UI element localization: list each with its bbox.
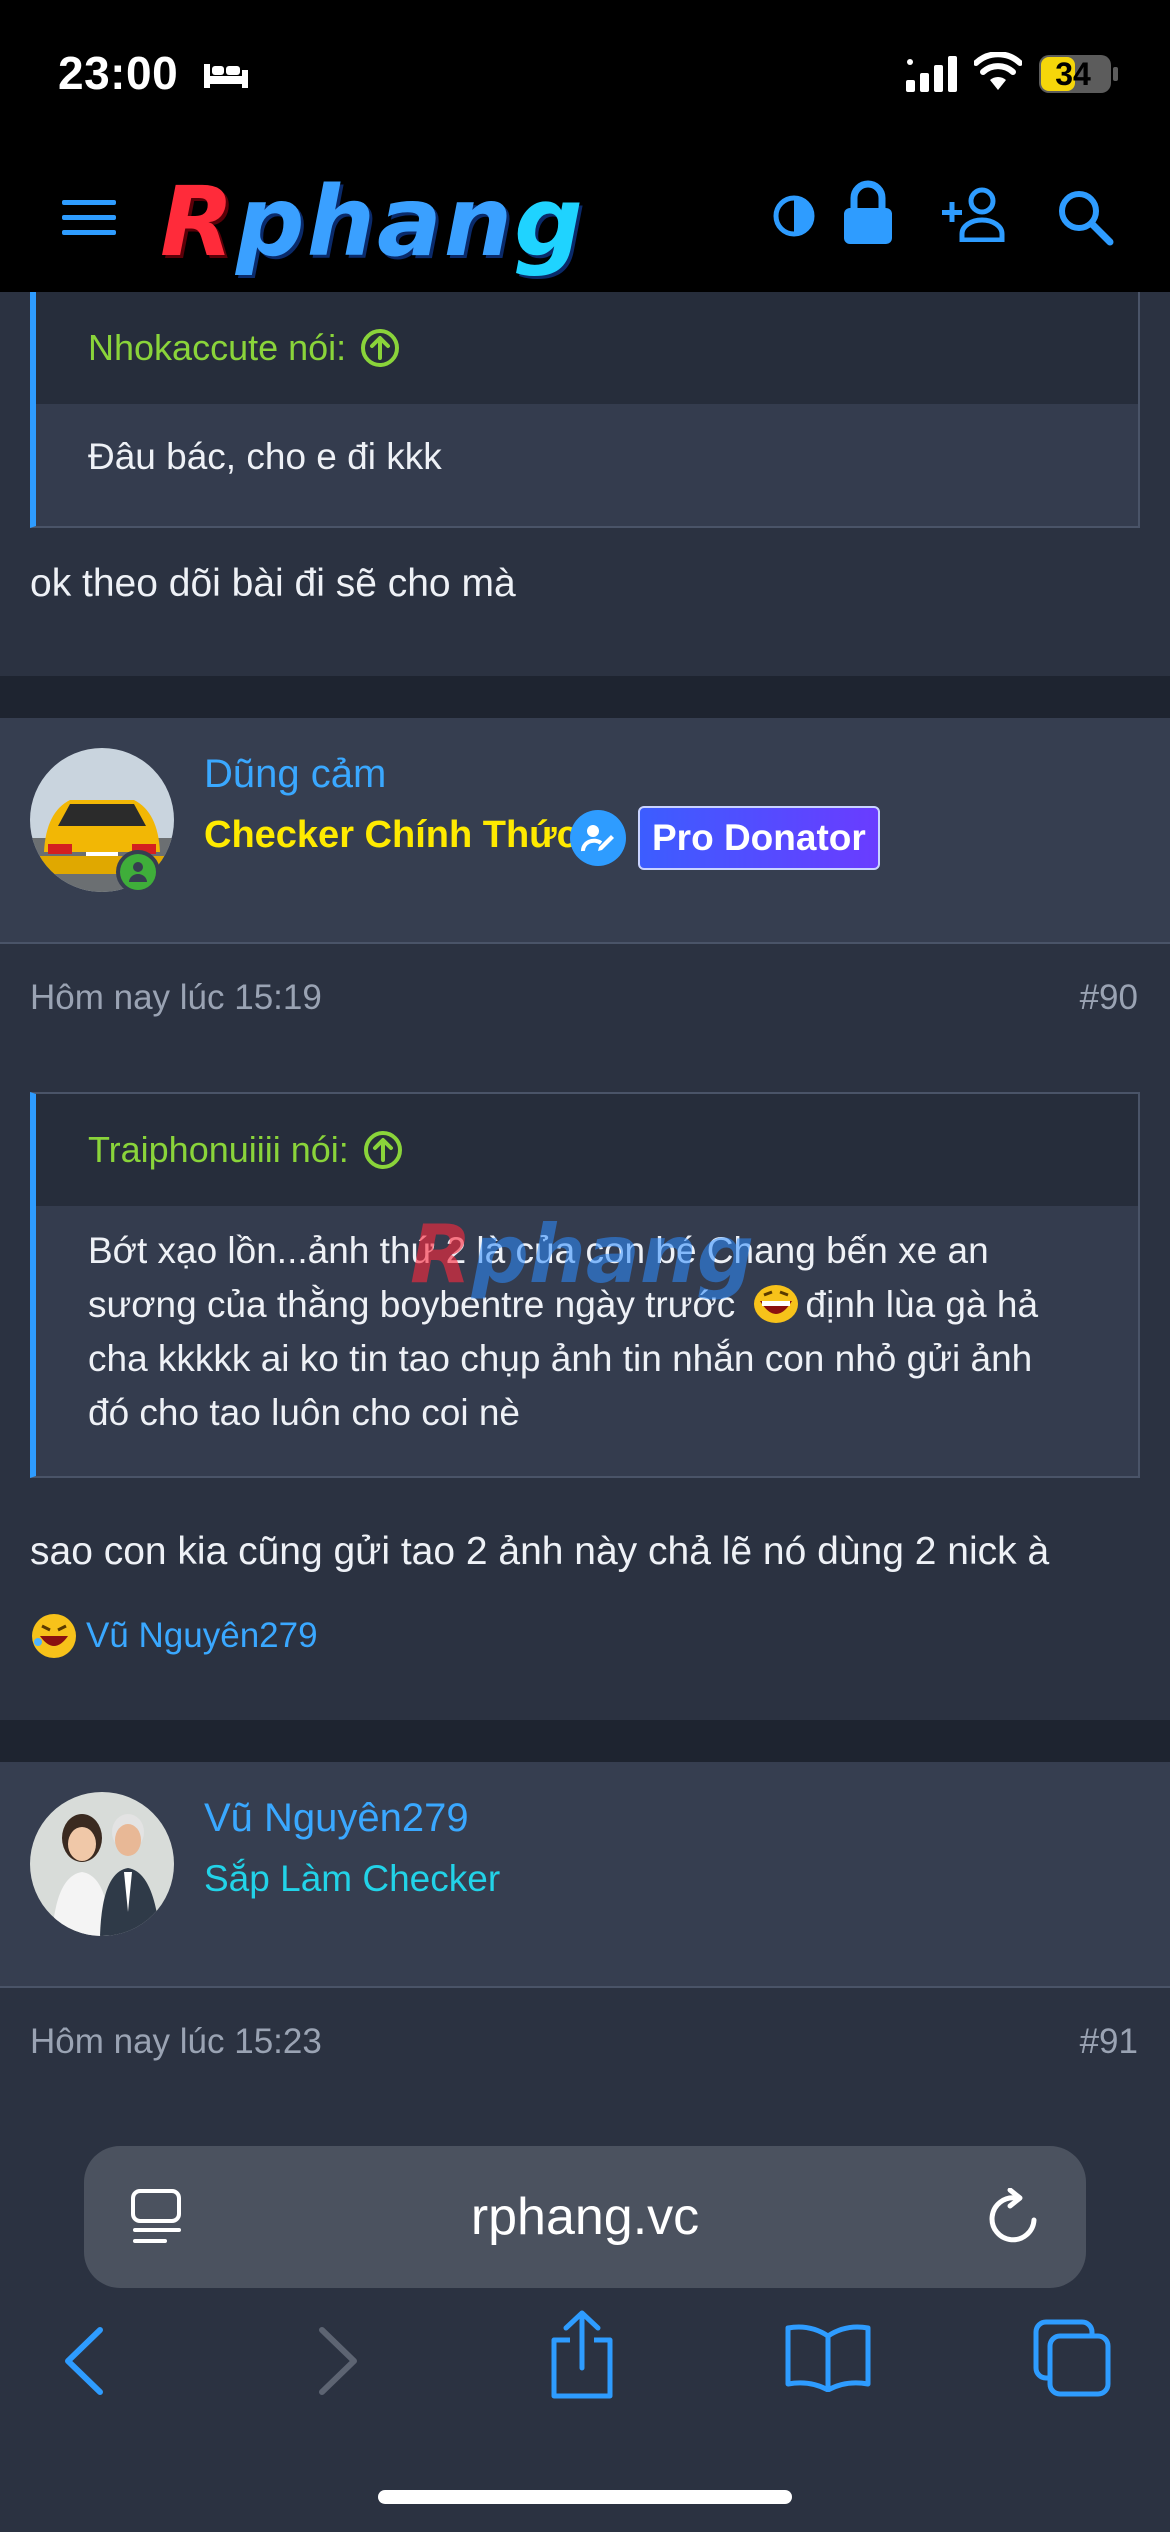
user-icon [129, 862, 147, 882]
reaction-user[interactable]: Vũ Nguyên279 [86, 1616, 318, 1656]
watermark-letter: R [410, 1208, 472, 1301]
status-bar: 23:00 34 [0, 0, 1170, 146]
lock-icon[interactable] [842, 180, 894, 246]
quote-line-part: định lùa gà hả [805, 1284, 1039, 1325]
user-title: Checker Chính Thức [204, 814, 578, 856]
post-number[interactable]: #90 [1080, 978, 1138, 1018]
back-icon[interactable] [62, 2326, 106, 2396]
post-text: sao con kia cũng gửi tao 2 ảnh này chả l… [30, 1530, 1050, 1573]
bookmarks-icon[interactable] [784, 2322, 872, 2392]
sleep-mode-icon [204, 64, 248, 88]
watermark-text: phang [471, 1208, 755, 1301]
logo-letter-r: R [160, 166, 236, 278]
post-separator [0, 676, 1170, 718]
online-status-dot [116, 850, 160, 894]
quote-line: đó cho tao luôn cho coi nè [88, 1392, 520, 1433]
arrow-up-circle-icon[interactable] [363, 1130, 403, 1170]
laughing-reaction-icon [32, 1614, 76, 1658]
couple-avatar-image [30, 1792, 174, 1936]
post-text: ok theo dõi bài đi sẽ cho mà [30, 562, 516, 605]
thread-content: Nhokaccute nói: Đâu bác, cho e đi kkk ok… [0, 292, 1170, 2122]
add-user-icon[interactable] [942, 186, 1012, 242]
tabs-icon[interactable] [1032, 2318, 1112, 2398]
site-logo[interactable]: Rphang [160, 174, 730, 270]
post-meta: Hôm nay lúc 15:23 #91 [0, 1988, 1170, 2096]
quote-author: Nhokaccute nói: [88, 327, 347, 368]
forward-icon[interactable] [316, 2326, 360, 2396]
username[interactable]: Vũ Nguyên279 [204, 1796, 469, 1841]
site-header: Rphang [0, 146, 1170, 292]
quote-author: Traiphonuiiii nói: [88, 1129, 349, 1170]
verified-checker-icon [570, 810, 626, 866]
user-card: Vũ Nguyên279 Sắp Làm Checker [0, 1762, 1170, 1988]
logo-middle: phan [235, 166, 515, 278]
reload-icon[interactable] [986, 2188, 1044, 2248]
logo-letter-g: g [514, 166, 585, 278]
reactions-bar[interactable]: Vũ Nguyên279 [30, 1612, 318, 1660]
quote-text: Đâu bác, cho e đi kkk [88, 436, 442, 477]
post-separator [0, 1720, 1170, 1762]
menu-icon[interactable] [60, 196, 120, 240]
arrow-up-circle-icon[interactable] [360, 328, 400, 368]
user-card: Dũng cảm Checker Chính Thức Pro Donator [0, 718, 1170, 944]
status-time: 23:00 [58, 47, 179, 99]
url-text[interactable]: rphang.vc [84, 2146, 1086, 2288]
wifi-icon [974, 52, 1022, 90]
post-90-previous: Nhokaccute nói: Đâu bác, cho e đi kkk ok… [0, 292, 1170, 676]
quote-header[interactable]: Nhokaccute nói: [36, 292, 1138, 404]
post-meta: Hôm nay lúc 15:19 #90 [0, 944, 1170, 1052]
search-icon[interactable] [1056, 188, 1114, 246]
post-number[interactable]: #91 [1080, 2022, 1138, 2062]
post-date[interactable]: Hôm nay lúc 15:19 [30, 978, 322, 1018]
share-icon[interactable] [546, 2310, 618, 2400]
user-title: Sắp Làm Checker [204, 1858, 501, 1899]
cellular-signal-icon [906, 56, 957, 92]
pro-donator-badge: Pro Donator [638, 806, 880, 870]
quote-line: cha kkkkk ai ko tin tao chụp ảnh tin nhắ… [88, 1338, 1033, 1379]
browser-toolbar: rphang.vc [0, 2122, 1170, 2532]
watermark-logo: Rphang [410, 1210, 770, 1300]
quote-block: Nhokaccute nói: Đâu bác, cho e đi kkk [30, 292, 1140, 528]
quote-header[interactable]: Traiphonuiiii nói: [36, 1094, 1138, 1206]
avatar[interactable] [30, 1792, 174, 1936]
address-bar[interactable]: rphang.vc [84, 2146, 1086, 2288]
home-indicator[interactable] [378, 2490, 792, 2504]
theme-toggle-icon[interactable] [772, 194, 816, 238]
post-date[interactable]: Hôm nay lúc 15:23 [30, 2022, 322, 2062]
battery-level: 34 [1055, 56, 1091, 92]
username[interactable]: Dũng cảm [204, 752, 386, 797]
